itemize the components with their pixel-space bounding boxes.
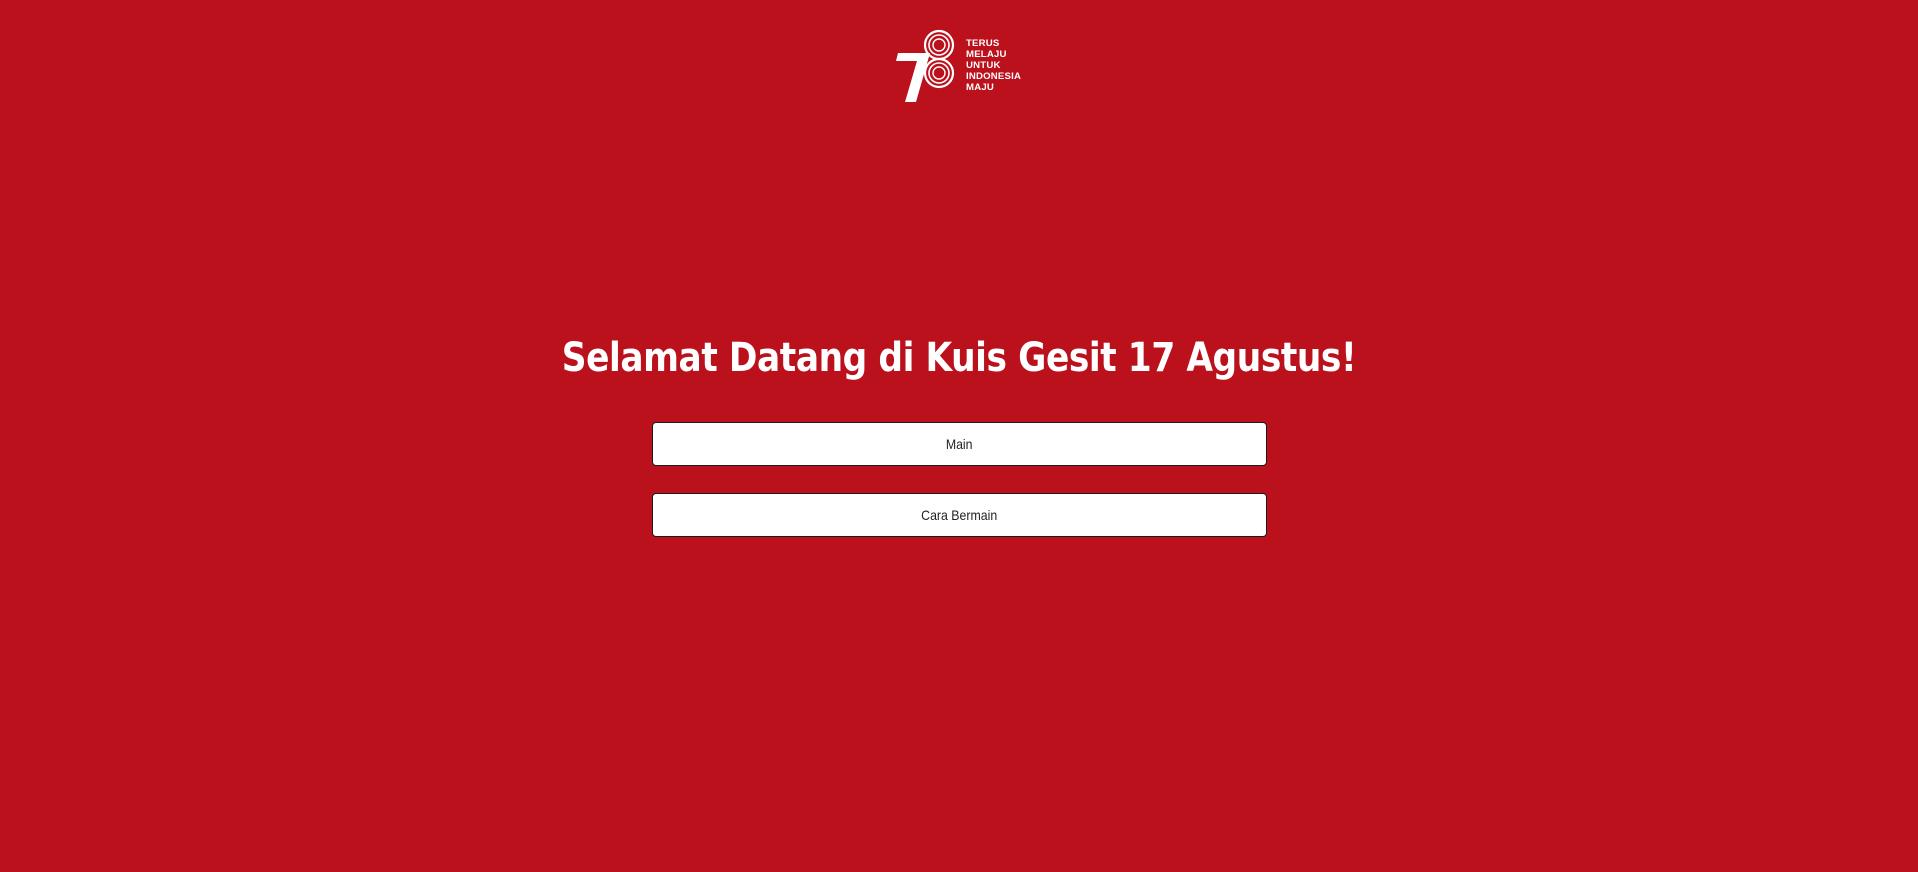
logo-line: INDONESIA bbox=[966, 71, 1022, 82]
logo-line: MELAJU bbox=[966, 49, 1007, 60]
play-button-label: Main bbox=[946, 436, 973, 452]
how-to-play-button-label: Cara Bermain bbox=[921, 507, 998, 523]
welcome-screen: TERUS MELAJU UNTUK INDONESIA MAJU Selama… bbox=[0, 0, 1918, 872]
logo-line: UNTUK bbox=[966, 60, 1001, 71]
how-to-play-button[interactable]: Cara Bermain bbox=[652, 493, 1267, 537]
logo-tagline: TERUS MELAJU UNTUK INDONESIA MAJU bbox=[966, 38, 1021, 93]
hut-ri-78-logo: TERUS MELAJU UNTUK INDONESIA MAJU bbox=[896, 28, 1026, 106]
play-button[interactable]: Main bbox=[652, 422, 1267, 466]
page-title: Selamat Datang di Kuis Gesit 17 Agustus! bbox=[561, 335, 1357, 381]
logo-78-icon bbox=[896, 29, 955, 102]
logo-line: MAJU bbox=[966, 82, 994, 93]
logo-line: TERUS bbox=[966, 38, 1000, 49]
